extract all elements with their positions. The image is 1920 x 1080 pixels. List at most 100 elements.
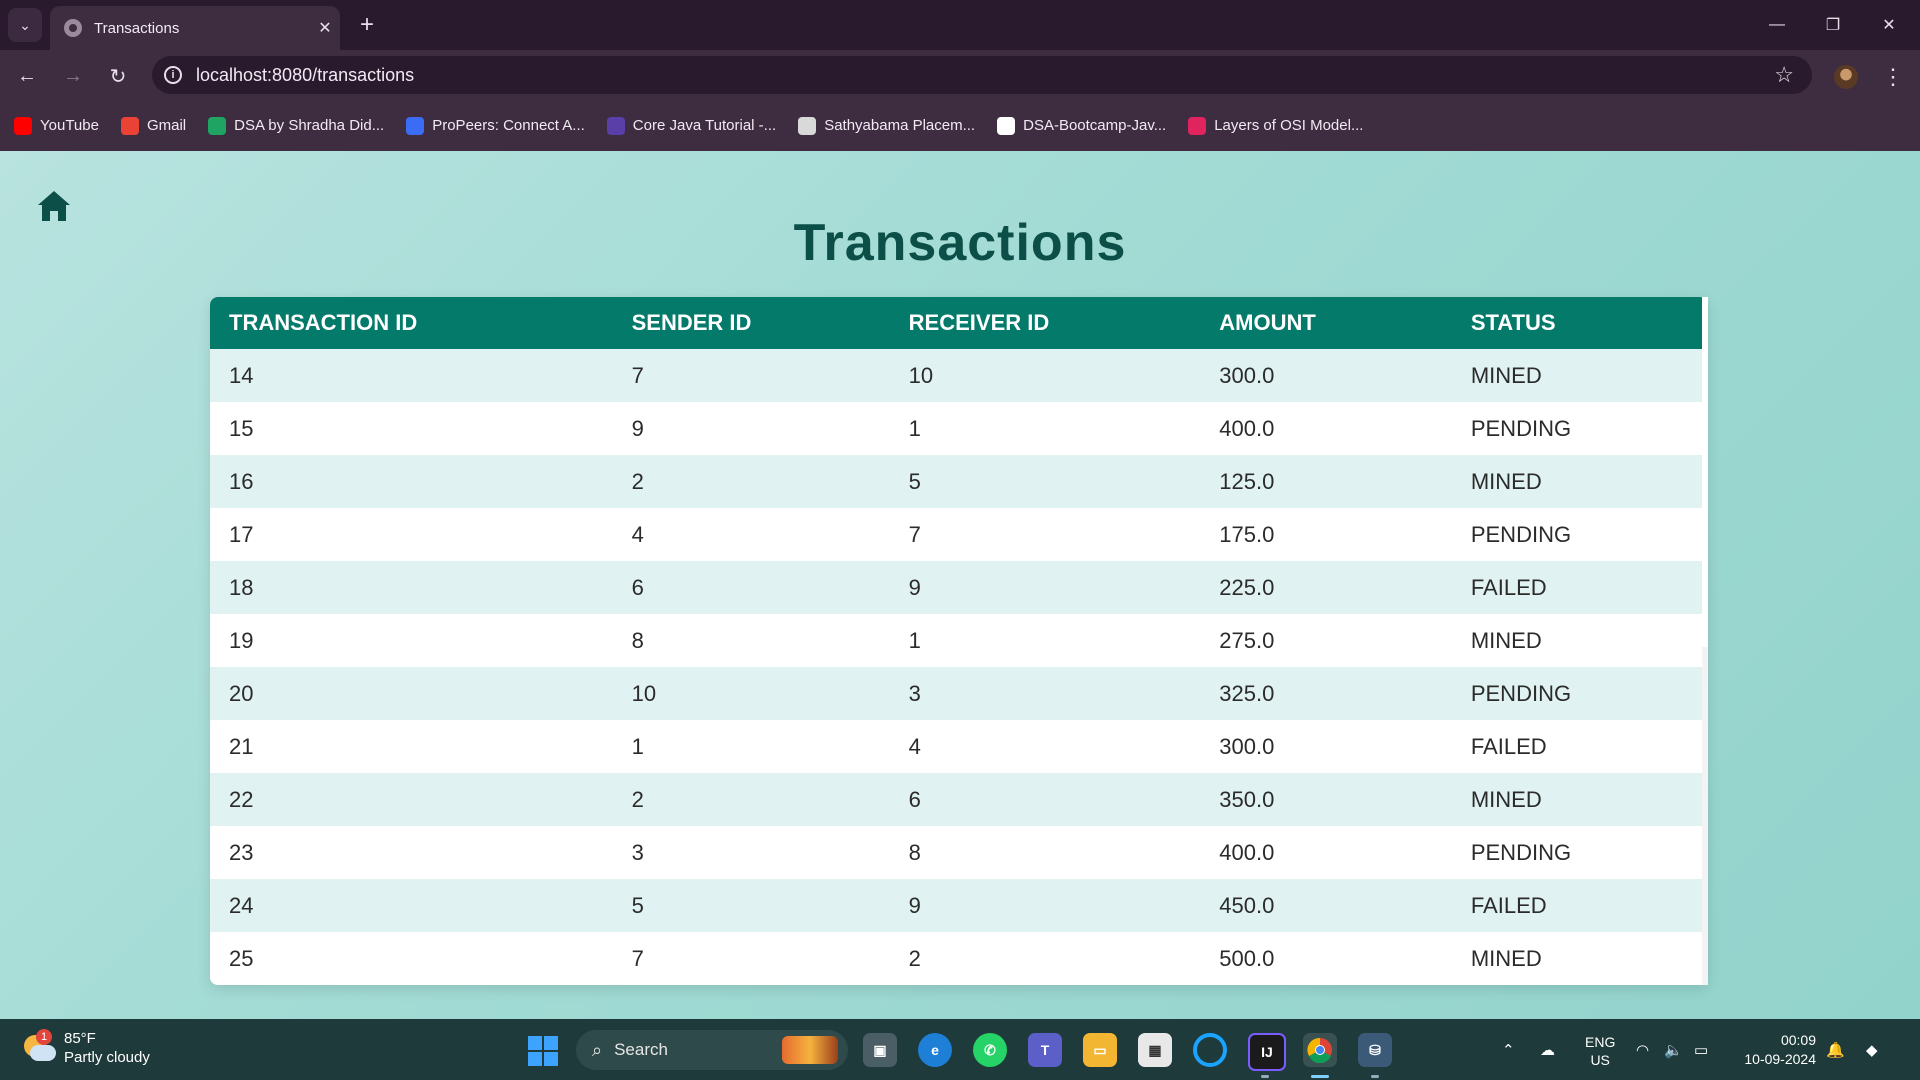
table-cell: 2	[612, 773, 890, 826]
profile-avatar[interactable]	[1834, 65, 1858, 89]
wifi-icon[interactable]: ◠	[1636, 1019, 1649, 1080]
notification-badge: 1	[36, 1029, 52, 1045]
reload-button[interactable]: ↻	[101, 59, 135, 93]
table-cell: 18	[210, 561, 613, 614]
bookmark-label: ProPeers: Connect A...	[432, 117, 585, 134]
table-cell: 10	[889, 349, 1201, 402]
bookmark-item[interactable]: ProPeers: Connect A...	[406, 116, 585, 135]
bookmark-item[interactable]: Gmail	[120, 116, 186, 135]
address-bar[interactable]: i localhost:8080/transactions ☆	[152, 56, 1812, 94]
table-row: 21 1 4 300.0 FAILED	[210, 720, 1702, 773]
search-placeholder: Search	[614, 1040, 668, 1059]
microsoft-store-icon[interactable]: ▦	[1138, 1033, 1172, 1067]
table-cell: 125.0	[1200, 455, 1452, 508]
table-cell: 1	[889, 402, 1201, 455]
table-cell: PENDING	[1451, 826, 1702, 879]
table-cell: 450.0	[1200, 879, 1452, 932]
cortana-icon[interactable]	[1193, 1033, 1227, 1067]
table-cell: 14	[210, 349, 613, 402]
browser-menu-button[interactable]: ⋮	[1878, 62, 1908, 92]
onedrive-icon[interactable]: ☁	[1540, 1019, 1555, 1080]
table-row: 25 7 2 500.0 MINED	[210, 932, 1702, 985]
bookmark-star-icon[interactable]: ☆	[1774, 62, 1794, 88]
bookmark-label: Sathyabama Placem...	[824, 117, 976, 134]
browser-toolbar: ← → ↻ i localhost:8080/transactions ☆ ⋮	[0, 50, 1920, 100]
table-cell: 20	[210, 667, 613, 720]
mysql-workbench-icon[interactable]: ⛁	[1358, 1033, 1392, 1067]
column-header: RECEIVER ID	[889, 297, 1201, 349]
input-language[interactable]: ENG US	[1585, 1033, 1615, 1069]
bookmark-label: DSA-Bootcamp-Jav...	[1023, 117, 1167, 134]
partly-cloudy-icon: 1	[22, 1029, 56, 1063]
chrome-icon[interactable]	[1303, 1033, 1337, 1067]
restore-button[interactable]: ❐	[1810, 8, 1856, 42]
show-hidden-icons-chevron-icon[interactable]: ⌃	[1502, 1019, 1515, 1080]
whatsapp-icon[interactable]: ✆	[973, 1033, 1007, 1067]
minimize-button[interactable]: —	[1754, 8, 1800, 42]
scrollbar-thumb[interactable]	[1702, 297, 1708, 647]
bookmark-label: YouTube	[40, 117, 99, 134]
forward-button[interactable]: →	[56, 59, 90, 93]
bookmark-item[interactable]: Core Java Tutorial -...	[606, 116, 776, 135]
new-tab-button[interactable]: +	[352, 10, 382, 40]
table-cell: FAILED	[1451, 561, 1702, 614]
table-cell: 225.0	[1200, 561, 1452, 614]
tab-transactions[interactable]: Transactions ✕	[50, 6, 340, 50]
bookmark-item[interactable]: DSA by Shradha Did...	[208, 116, 384, 135]
table-cell: 5	[612, 879, 890, 932]
site-info-icon[interactable]: i	[164, 66, 182, 84]
file-explorer-icon[interactable]: ▭	[1083, 1033, 1117, 1067]
github-icon	[997, 116, 1016, 135]
close-window-button[interactable]: ✕	[1866, 8, 1912, 42]
tab-search-button[interactable]: ⌄	[8, 8, 42, 42]
search-icon: ⌕	[592, 1039, 603, 1060]
table-cell: 400.0	[1200, 826, 1452, 879]
task-view-icon[interactable]: ▣	[863, 1033, 897, 1067]
table-cell: 1	[889, 614, 1201, 667]
table-cell: 21	[210, 720, 613, 773]
bookmark-item[interactable]: Sathyabama Placem...	[798, 116, 976, 135]
table-scrollbar[interactable]	[1702, 297, 1708, 985]
volume-icon[interactable]: 🔈	[1664, 1019, 1683, 1080]
table-cell: 275.0	[1200, 614, 1452, 667]
column-header: TRANSACTION ID	[210, 297, 613, 349]
notification-bell-icon[interactable]: 🔔	[1826, 1019, 1845, 1080]
bookmark-item[interactable]: YouTube	[14, 116, 99, 135]
table-row: 20 10 3 325.0 PENDING	[210, 667, 1702, 720]
battery-icon[interactable]: ▭	[1694, 1019, 1708, 1080]
weather-widget[interactable]: 1 85°F Partly cloudy	[22, 1029, 150, 1067]
bookmark-label: Layers of OSI Model...	[1214, 117, 1364, 134]
intellij-running-indicator	[1261, 1075, 1269, 1078]
table-cell: 3	[889, 667, 1201, 720]
youtube-icon	[14, 116, 32, 135]
table-cell: 300.0	[1200, 720, 1452, 773]
sathyabama-icon	[798, 116, 817, 135]
table-cell: 4	[612, 508, 890, 561]
language-code: ENG	[1585, 1034, 1616, 1050]
intellij-icon[interactable]: IJ	[1248, 1033, 1286, 1071]
table-row: 14 7 10 300.0 MINED	[210, 349, 1702, 402]
close-tab-icon[interactable]: ✕	[310, 18, 340, 38]
bookmark-item[interactable]: Layers of OSI Model...	[1188, 116, 1364, 135]
taskbar-search[interactable]: ⌕ Search	[576, 1030, 848, 1070]
system-clock[interactable]: 00:09 10-09-2024	[1736, 1031, 1816, 1069]
transactions-table: TRANSACTION ID SENDER ID RECEIVER ID AMOUNT…	[210, 297, 1708, 985]
back-button[interactable]: ←	[10, 59, 44, 93]
edge-icon[interactable]: e	[918, 1033, 952, 1067]
search-highlight-image	[782, 1036, 838, 1064]
table-cell: 15	[210, 402, 613, 455]
copilot-icon[interactable]: ◆	[1866, 1019, 1878, 1080]
column-header: STATUS	[1451, 297, 1702, 349]
bookmark-item[interactable]: DSA-Bootcamp-Jav...	[997, 116, 1167, 135]
windows-start-icon[interactable]	[528, 1036, 558, 1066]
table-cell: 19	[210, 614, 613, 667]
url-text[interactable]: localhost:8080/transactions	[196, 65, 1774, 86]
table-row: 17 4 7 175.0 PENDING	[210, 508, 1702, 561]
page-title: Transactions	[793, 214, 1127, 272]
table-cell: 7	[612, 349, 890, 402]
table-cell: 2	[889, 932, 1201, 985]
table-cell: 300.0	[1200, 349, 1452, 402]
table-cell: 9	[889, 561, 1201, 614]
gmail-icon	[120, 116, 139, 135]
teams-icon[interactable]: T	[1028, 1033, 1062, 1067]
